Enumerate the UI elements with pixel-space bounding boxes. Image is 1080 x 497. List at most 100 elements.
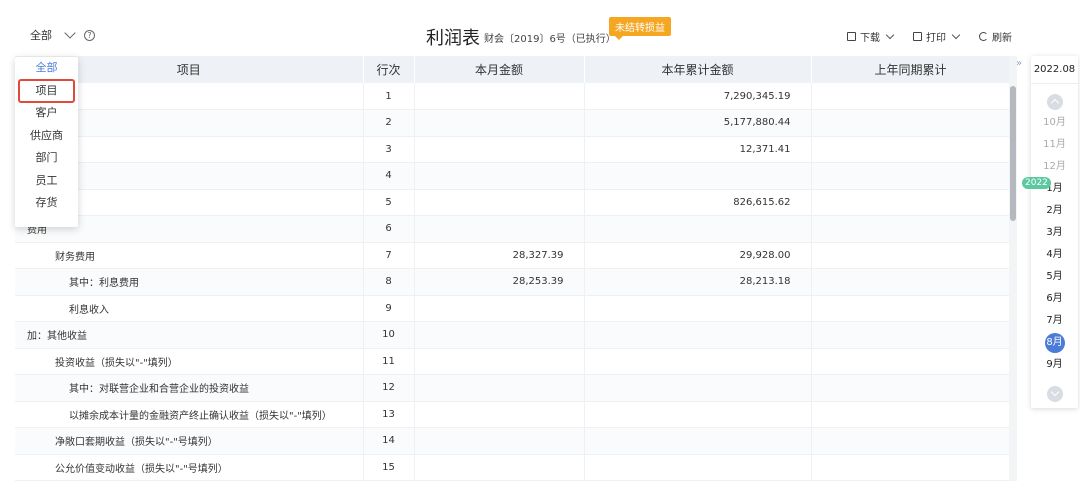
prior-year-cell bbox=[811, 348, 1011, 375]
month-amount-cell bbox=[414, 321, 585, 349]
month-amount-cell bbox=[414, 295, 585, 322]
year-tag: 2022 bbox=[1022, 177, 1051, 189]
table-row[interactable]: 净敞口套期收益（损失以"-"号填列） 14 bbox=[15, 427, 1011, 455]
item-cell: 加：其他收益 bbox=[15, 321, 364, 349]
print-label: 打印 bbox=[926, 33, 946, 44]
profit-table: 项目 行次 本月金额 本年累计金额 上年同期累计 入17,290,345.19成… bbox=[15, 56, 1011, 481]
month-label: 3月 bbox=[1046, 227, 1063, 238]
prior-year-cell bbox=[811, 162, 1011, 190]
item-cell: 投资收益（损失以"-"填列） bbox=[15, 348, 364, 375]
month-item[interactable]: 2月 bbox=[1031, 200, 1078, 222]
refresh-label: 刷新 bbox=[992, 33, 1012, 44]
app-window: 全部 ? 利润表 财会〔2019〕6号（已执行） 未结转损益 下载 打印 刷新 bbox=[0, 0, 1080, 497]
ytd-amount-cell: 7,290,345.19 bbox=[584, 83, 812, 110]
month-item[interactable]: 5月 bbox=[1031, 266, 1078, 288]
line-cell: 8 bbox=[363, 268, 415, 296]
dropdown-option[interactable]: 全部 bbox=[15, 57, 78, 80]
month-item[interactable]: 7月 bbox=[1031, 310, 1078, 332]
item-cell: 财务费用 bbox=[15, 242, 364, 269]
line-cell: 11 bbox=[363, 348, 415, 375]
prior-year-cell bbox=[811, 374, 1011, 402]
ytd-amount-cell bbox=[584, 321, 812, 349]
prior-year-cell bbox=[811, 136, 1011, 163]
item-cell: 以摊余成本计量的金融资产终止确认收益（损失以"-"填列） bbox=[15, 401, 364, 428]
prior-year-cell bbox=[811, 189, 1011, 216]
month-item[interactable]: 10月 bbox=[1031, 112, 1078, 134]
table-scrollbar[interactable] bbox=[1009, 56, 1017, 481]
month-item[interactable]: 6月 bbox=[1031, 288, 1078, 310]
printer-icon bbox=[913, 32, 922, 41]
toolbar: 下载 打印 刷新 bbox=[847, 29, 1012, 44]
month-item[interactable]: 12月 bbox=[1031, 156, 1078, 178]
line-cell: 10 bbox=[363, 321, 415, 349]
scrollbar-thumb[interactable] bbox=[1010, 86, 1016, 221]
status-badge: 未结转损益 bbox=[609, 17, 671, 40]
month-amount-cell bbox=[414, 454, 585, 481]
month-amount-cell bbox=[414, 427, 585, 455]
table-row[interactable]: 费用5826,615.62 bbox=[15, 189, 1011, 216]
dropdown-option[interactable]: 存货 bbox=[15, 192, 78, 215]
print-button[interactable]: 打印 bbox=[913, 29, 961, 44]
month-item[interactable]: 9月 bbox=[1031, 354, 1078, 376]
download-button[interactable]: 下载 bbox=[847, 29, 895, 44]
line-cell: 1 bbox=[363, 83, 415, 110]
month-item[interactable]: 4月 bbox=[1031, 244, 1078, 266]
dropdown-option[interactable]: 供应商 bbox=[15, 125, 78, 148]
profit-table-container[interactable]: 项目 行次 本月金额 本年累计金额 上年同期累计 入17,290,345.19成… bbox=[15, 56, 1015, 481]
month-item[interactable]: 8月 bbox=[1031, 332, 1078, 354]
page-title: 利润表 bbox=[426, 28, 480, 49]
scroll-down-icon[interactable] bbox=[1046, 386, 1063, 402]
month-item[interactable]: 3月 bbox=[1031, 222, 1078, 244]
ytd-amount-cell bbox=[584, 162, 812, 190]
table-row[interactable]: 以摊余成本计量的金融资产终止确认收益（损失以"-"填列） 13 bbox=[15, 401, 1011, 428]
month-list: 10月 11月 12月 1月 2月 3月 4月 5月 6月 7月 8月 9月 bbox=[1031, 112, 1078, 376]
table-row[interactable]: 及附加312,371.41 bbox=[15, 136, 1011, 163]
month-label: 2月 bbox=[1046, 205, 1063, 216]
item-cell: 公允价值变动收益（损失以"-"号填列） bbox=[15, 454, 364, 481]
dropdown-option[interactable]: 客户 bbox=[15, 102, 78, 125]
dropdown-option[interactable]: 员工 bbox=[15, 170, 78, 193]
item-cell: 利息收入 bbox=[15, 295, 364, 322]
table-row[interactable]: 入17,290,345.19 bbox=[15, 83, 1011, 110]
line-cell: 2 bbox=[363, 109, 415, 137]
table-row[interactable]: 财务费用 7 28,327.39 29,928.00 bbox=[15, 242, 1011, 269]
ytd-amount-cell: 5,177,880.44 bbox=[584, 109, 812, 137]
month-label: 9月 bbox=[1046, 359, 1063, 370]
ytd-amount-cell bbox=[584, 215, 812, 243]
table-row[interactable]: 其中：对联营企业和合营企业的投资收益 12 bbox=[15, 374, 1011, 402]
dimension-filter[interactable]: 全部 ? bbox=[30, 27, 95, 43]
table-row[interactable]: 利息收入 9 bbox=[15, 295, 1011, 322]
month-label: 4月 bbox=[1046, 249, 1063, 260]
line-cell: 3 bbox=[363, 136, 415, 163]
page-subtitle: 财会〔2019〕6号（已执行） bbox=[484, 34, 616, 45]
ytd-amount-cell bbox=[584, 454, 812, 481]
line-cell: 14 bbox=[363, 427, 415, 455]
help-icon[interactable]: ? bbox=[84, 29, 95, 41]
prior-year-cell bbox=[811, 109, 1011, 137]
chevron-down-icon bbox=[64, 27, 76, 39]
report-header: 全部 ? 利润表 财会〔2019〕6号（已执行） 未结转损益 下载 打印 刷新 bbox=[0, 0, 1080, 56]
col-header-month-amount: 本月金额 bbox=[414, 56, 585, 83]
dropdown-option[interactable]: 项目 bbox=[18, 78, 75, 103]
refresh-button[interactable]: 刷新 bbox=[979, 29, 1012, 44]
download-icon bbox=[847, 32, 856, 41]
table-row[interactable]: 费用 6 bbox=[15, 215, 1011, 243]
month-label: 6月 bbox=[1046, 293, 1063, 304]
table-row[interactable]: 加：其他收益 10 bbox=[15, 321, 1011, 349]
table-row[interactable]: 费用4 bbox=[15, 162, 1011, 190]
table-row[interactable]: 公允价值变动收益（损失以"-"号填列） 15 bbox=[15, 454, 1011, 481]
scroll-up-icon[interactable] bbox=[1046, 94, 1063, 110]
prior-year-cell bbox=[811, 321, 1011, 349]
prior-year-cell bbox=[811, 268, 1011, 296]
ytd-amount-cell: 12,371.41 bbox=[584, 136, 812, 163]
month-label: 12月 bbox=[1043, 161, 1066, 172]
expand-panel-icon[interactable]: » bbox=[1016, 58, 1022, 69]
ytd-amount-cell: 29,928.00 bbox=[584, 242, 812, 269]
month-item[interactable]: 11月 bbox=[1031, 134, 1078, 156]
table-row[interactable]: 其中：利息费用 8 28,253.39 28,213.18 bbox=[15, 268, 1011, 296]
table-row[interactable]: 成本25,177,880.44 bbox=[15, 109, 1011, 137]
prior-year-cell bbox=[811, 427, 1011, 455]
table-row[interactable]: 投资收益（损失以"-"填列） 11 bbox=[15, 348, 1011, 375]
line-cell: 15 bbox=[363, 454, 415, 481]
dropdown-option[interactable]: 部门 bbox=[15, 147, 78, 170]
